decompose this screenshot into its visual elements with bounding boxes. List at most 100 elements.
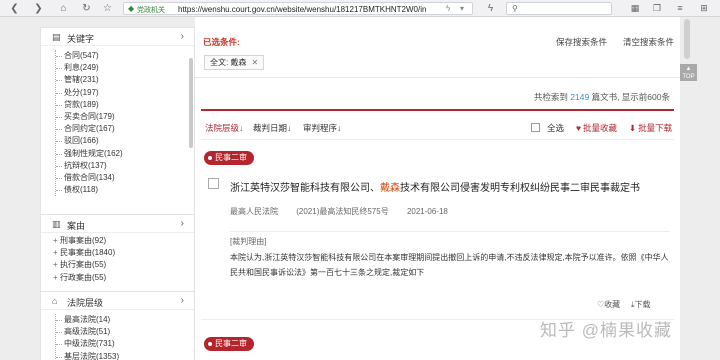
cause-item[interactable]: + 民事案由(1840) xyxy=(53,247,115,259)
court-level-list: 最高法院(14) 高级法院(51) 中级法院(731) 基层法院(1353) xyxy=(55,314,119,360)
keyword-panel-header[interactable]: ▤ 关键字 › xyxy=(41,28,194,46)
case-type-tag: 民事二审 xyxy=(204,337,254,351)
clear-search-button[interactable]: 清空搜索条件 xyxy=(623,36,674,48)
chevron-up-icon: ▲ xyxy=(685,66,692,72)
arrow-down-icon: ↓ xyxy=(337,123,342,133)
list-icon: ▥ xyxy=(52,219,61,229)
forward-icon[interactable]: ❯ xyxy=(32,2,45,15)
keyword-item[interactable]: 借款合同(134) xyxy=(56,172,123,184)
cause-item[interactable]: + 行政案由(55) xyxy=(53,272,115,284)
cause-item-label: 执行案由(55) xyxy=(60,260,107,270)
scroll-top-button[interactable]: ▲ TOP xyxy=(680,64,697,81)
expand-plus-icon[interactable]: + xyxy=(53,259,60,271)
keyword-item[interactable]: 合同约定(167) xyxy=(56,123,123,135)
cause-item-label: 刑事案由(92) xyxy=(60,236,107,245)
close-icon[interactable]: ✕ xyxy=(251,58,258,67)
save-search-button[interactable]: 保存搜索条件 xyxy=(556,36,607,48)
grid-icon[interactable]: ▦ xyxy=(628,2,642,15)
dropdown-arrow-icon[interactable]: ▾ xyxy=(460,4,464,13)
document-icon: ▤ xyxy=(52,32,61,42)
pages-icon[interactable]: ❐ xyxy=(650,2,664,15)
title-part: 浙江英特汉莎智能科技有限公司、 xyxy=(230,183,380,194)
collect-button[interactable]: ♡收藏 xyxy=(597,299,620,310)
lightning-mode-icon[interactable]: ϟ xyxy=(484,2,497,15)
results-main: 已选条件: 保存搜索条件 清空搜索条件 全文: 戴森 ✕ 共检索到 2149 篇文… xyxy=(195,17,680,360)
lightning-icon[interactable]: ϟ xyxy=(446,4,450,13)
filter-chip-label: 全文: 戴森 xyxy=(210,58,247,67)
download-button[interactable]: ⤓下载 xyxy=(631,299,651,310)
result-checkbox[interactable] xyxy=(208,178,219,189)
menu-icon[interactable]: ≡ xyxy=(673,2,687,15)
download-icon: ⬇ xyxy=(629,123,637,133)
keyword-item[interactable]: 买卖合同(179) xyxy=(56,111,123,123)
keyword-panel: ▤ 关键字 › 合同(547) 利息(249) 管辖(231) 处分(197) … xyxy=(40,27,195,225)
home-icon[interactable]: ⌂ xyxy=(57,2,70,15)
scroll-top-label: TOP xyxy=(682,74,695,80)
keyword-item[interactable]: 抗辩权(137) xyxy=(56,160,123,172)
bulk-collect-label: 批量收藏 xyxy=(583,123,618,133)
chevron-right-icon[interactable]: › xyxy=(181,31,184,42)
download-label: 下载 xyxy=(634,300,651,309)
url-text[interactable]: https://wenshu.court.gov.cn/website/wens… xyxy=(178,5,426,14)
cause-panel-title: 案由 xyxy=(67,221,86,231)
keyword-item[interactable]: 合同(547) xyxy=(56,50,123,62)
result-title-link[interactable]: 浙江英特汉莎智能科技有限公司、戴森技术有限公司侵害发明专利权纠纷民事二审民事裁定… xyxy=(230,179,640,194)
keyword-item[interactable]: 利息(249) xyxy=(56,62,123,74)
court-level-item[interactable]: 最高法院(14) xyxy=(56,314,119,326)
title-keyword-highlight: 戴森 xyxy=(380,183,400,194)
court-level-item[interactable]: 基层法院(1353) xyxy=(56,351,119,360)
selected-conditions-label: 已选条件: xyxy=(203,37,240,47)
bulk-collect-button[interactable]: ♥ 批量收藏 xyxy=(576,122,617,134)
apps-icon[interactable]: ⊞ xyxy=(697,2,711,15)
keyword-item[interactable]: 驳回(166) xyxy=(56,135,123,147)
chevron-right-icon[interactable]: › xyxy=(181,295,184,306)
summary-suffix: 篇文书, 显示前600条 xyxy=(589,92,670,102)
sort-trial-procedure[interactable]: 审判程序↓ xyxy=(303,122,341,134)
bulk-download-button[interactable]: ⬇ 批量下载 xyxy=(629,122,672,134)
sort-date-label: 裁判日期 xyxy=(253,123,288,133)
watermark: 知乎 @楠果收藏 xyxy=(540,321,672,340)
keyword-item[interactable]: 处分(197) xyxy=(56,87,123,99)
expand-plus-icon[interactable]: + xyxy=(53,272,60,284)
court-level-panel-header[interactable]: ⌂ 法院层级 › xyxy=(41,292,194,310)
court-level-item[interactable]: 中级法院(731) xyxy=(56,338,119,350)
heart-icon: ♥ xyxy=(576,123,582,133)
cause-item[interactable]: + 执行案由(55) xyxy=(53,259,115,271)
expand-plus-icon[interactable]: + xyxy=(53,247,60,259)
divider xyxy=(201,139,674,140)
bookmark-star-icon[interactable]: ☆ xyxy=(101,2,114,15)
court-level-item[interactable]: 高级法院(51) xyxy=(56,326,119,338)
refresh-icon[interactable]: ↻ xyxy=(80,2,93,15)
filter-sidebar: ▤ 关键字 › 合同(547) 利息(249) 管辖(231) 处分(197) … xyxy=(40,17,195,360)
address-bar[interactable]: ◆ 党政机关 https://wenshu.court.gov.cn/websi… xyxy=(123,2,473,15)
reason-text: 本院认为,浙江英特汉莎智能科技有限公司在本案审理期间提出撤回上诉的申请,不违反法… xyxy=(230,253,669,277)
browser-toolbar: ❮ ❯ ⌂ ↻ ☆ ◆ 党政机关 https://wenshu.court.go… xyxy=(0,0,720,17)
keyword-scrollbar[interactable] xyxy=(189,58,193,148)
expand-plus-icon[interactable]: + xyxy=(53,235,60,247)
chevron-right-icon[interactable]: › xyxy=(181,218,184,229)
result-count: 2149 xyxy=(570,92,590,102)
sort-judgment-date[interactable]: 裁判日期↓ xyxy=(253,122,291,134)
sort-bar: 法院层级↓ 裁判日期↓ 审判程序↓ 全选 ♥ 批量收藏 ⬇ 批量下载 xyxy=(201,122,674,136)
select-all-checkbox[interactable] xyxy=(531,123,540,132)
cause-item-label: 民事案由(1840) xyxy=(60,248,116,258)
case-type-tag: 民事二审 xyxy=(204,151,254,165)
keyword-list: 合同(547) 利息(249) 管辖(231) 处分(197) 贷款(189) … xyxy=(55,50,123,197)
back-icon[interactable]: ❮ xyxy=(8,2,21,15)
keyword-item[interactable]: 债权(118) xyxy=(56,184,123,196)
sort-court-level[interactable]: 法院层级↓ xyxy=(205,122,243,134)
red-divider xyxy=(201,109,674,111)
cause-panel-header[interactable]: ▥ 案由 › xyxy=(41,215,194,233)
keyword-item[interactable]: 管辖(231) xyxy=(56,74,123,86)
select-all-label[interactable]: 全选 xyxy=(547,122,564,134)
case-number: (2021)最高法知民终575号 xyxy=(296,207,389,216)
reason-label: [裁判理由] xyxy=(230,237,267,246)
browser-search-box[interactable]: ⚲ xyxy=(506,2,612,15)
scrollbar-thumb[interactable] xyxy=(684,19,690,59)
keyword-item[interactable]: 贷款(189) xyxy=(56,99,123,111)
cause-item[interactable]: + 刑事案由(92) xyxy=(53,235,115,247)
keyword-item[interactable]: 强制性规定(162) xyxy=(56,148,123,160)
keyword-panel-title: 关键字 xyxy=(67,34,95,44)
arrow-down-icon: ↓ xyxy=(239,123,244,133)
bulk-download-label: 批量下载 xyxy=(638,123,673,133)
